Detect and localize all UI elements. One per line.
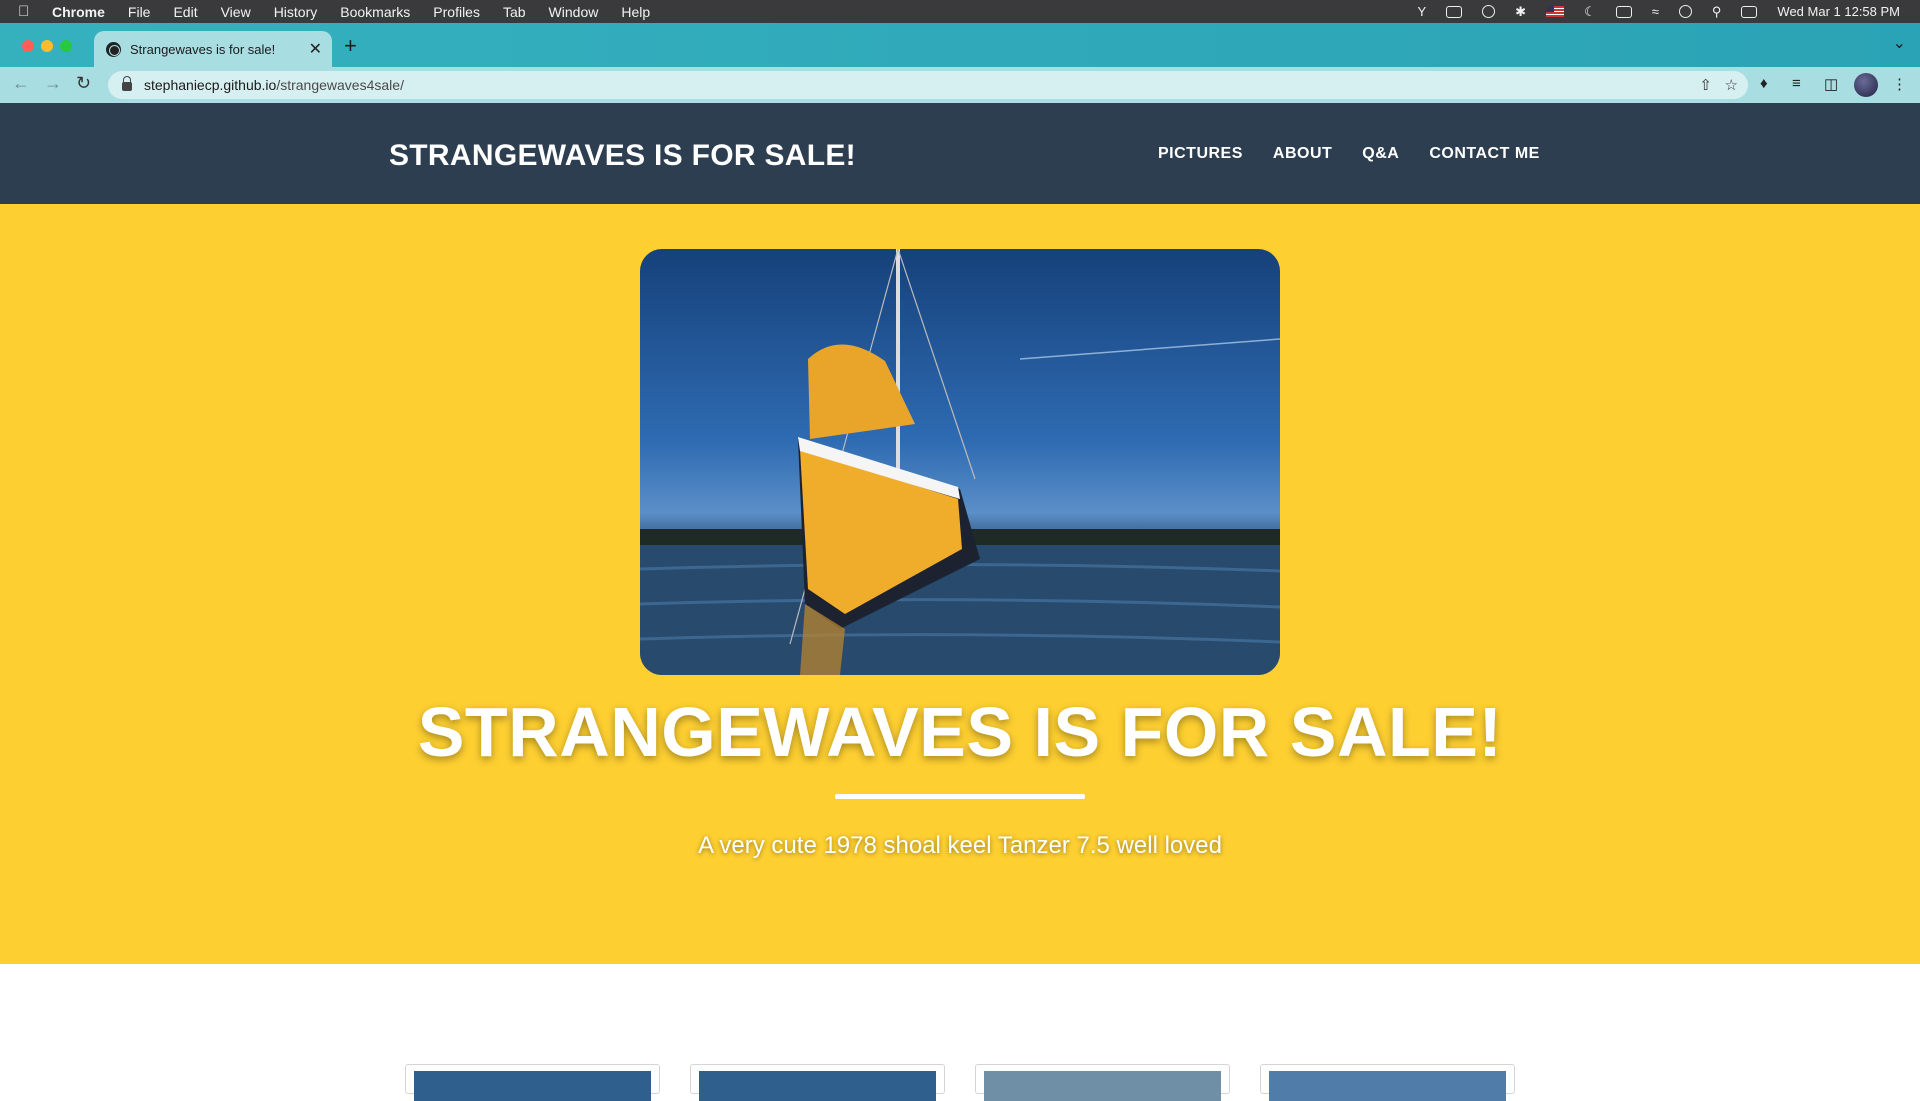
window-minimize-button[interactable] bbox=[41, 40, 53, 52]
gallery-thumbnail-image bbox=[984, 1071, 1221, 1101]
side-panel-icon[interactable]: ◫ bbox=[1824, 75, 1838, 93]
menu-history[interactable]: History bbox=[274, 4, 318, 20]
window-close-button[interactable] bbox=[22, 40, 34, 52]
hero-tagline: A very cute 1978 shoal keel Tanzer 7.5 w… bbox=[698, 832, 1222, 859]
address-bar[interactable]: stephaniecp.github.io/strangewaves4sale/… bbox=[108, 71, 1748, 99]
profile-avatar[interactable] bbox=[1854, 73, 1878, 97]
tab-search-chevron-icon[interactable]: ⌄ bbox=[1893, 33, 1906, 53]
menu-app-name[interactable]: Chrome bbox=[52, 4, 105, 20]
battery-icon[interactable] bbox=[1615, 5, 1632, 18]
apple-menu-icon[interactable]:  bbox=[18, 3, 38, 20]
more-menu-icon[interactable]: ⋮ bbox=[1892, 75, 1907, 93]
masthead: STRANGEWAVES IS FOR SALE! A very cute 19… bbox=[0, 204, 1920, 964]
browser-toolbar: ← → ↻ stephaniecp.github.io/strangewaves… bbox=[0, 67, 1920, 103]
status-area: Y ✱ ☾ ≈ ⚲ Wed Mar 1 12:58 PM bbox=[1418, 0, 1901, 23]
forward-arrow-icon[interactable]: → bbox=[44, 73, 62, 94]
display-icon[interactable] bbox=[1446, 5, 1463, 18]
menu-window[interactable]: Window bbox=[549, 4, 599, 20]
extensions-puzzle-icon[interactable]: ♦ bbox=[1760, 75, 1768, 92]
new-tab-button[interactable]: + bbox=[344, 33, 357, 59]
hero-divider bbox=[835, 794, 1085, 799]
site-brand[interactable]: STRANGEWAVES IS FOR SALE! bbox=[389, 139, 856, 173]
nav-link-about[interactable]: ABOUT bbox=[1273, 145, 1332, 163]
control-center-icon[interactable] bbox=[1741, 5, 1758, 18]
input-source-flag-icon[interactable] bbox=[1546, 6, 1565, 17]
media-controls-icon[interactable]: ≡ bbox=[1792, 75, 1801, 92]
menu-bookmarks[interactable]: Bookmarks bbox=[340, 4, 410, 20]
gallery-thumbnail[interactable] bbox=[690, 1064, 945, 1101]
menu-tab[interactable]: Tab bbox=[503, 4, 526, 20]
play-icon[interactable] bbox=[1482, 5, 1496, 18]
nav-link-pictures[interactable]: PICTURES bbox=[1158, 145, 1243, 163]
url-host: stephaniecp.github.io bbox=[144, 77, 277, 93]
moon-icon[interactable]: ☾ bbox=[1584, 4, 1596, 20]
sailboat-illustration bbox=[640, 249, 1280, 675]
gallery-thumbnail-image bbox=[414, 1071, 651, 1101]
gallery-thumbnail-image bbox=[699, 1071, 936, 1101]
menu-profiles[interactable]: Profiles bbox=[433, 4, 480, 20]
gallery-thumbnail[interactable] bbox=[405, 1064, 660, 1101]
gallery-thumbnail-image bbox=[1269, 1071, 1506, 1101]
gallery-thumbnail[interactable] bbox=[975, 1064, 1230, 1101]
menu-clock[interactable]: Wed Mar 1 12:58 PM bbox=[1777, 4, 1900, 19]
bookmark-star-icon[interactable]: ☆ bbox=[1725, 76, 1738, 94]
site-navbar: STRANGEWAVES IS FOR SALE! PICTURES ABOUT… bbox=[0, 103, 1920, 204]
site-favicon-icon bbox=[106, 41, 121, 57]
lock-icon[interactable] bbox=[122, 76, 132, 91]
bluetooth-icon[interactable]: ✱ bbox=[1515, 4, 1526, 20]
yubikey-icon[interactable]: Y bbox=[1418, 4, 1427, 19]
window-zoom-button[interactable] bbox=[60, 40, 72, 52]
browser-tab-strip: Strangewaves is for sale! ✕ + ⌄ bbox=[0, 23, 1920, 67]
user-icon[interactable] bbox=[1678, 5, 1692, 18]
wifi-icon[interactable]: ≈ bbox=[1652, 4, 1659, 19]
share-icon[interactable]: ⇧ bbox=[1699, 76, 1712, 94]
menu-edit[interactable]: Edit bbox=[173, 4, 197, 20]
browser-tab-active[interactable]: Strangewaves is for sale! ✕ bbox=[94, 31, 332, 67]
sailboat-hero-image bbox=[640, 249, 1280, 675]
gallery-thumbnail[interactable] bbox=[1260, 1064, 1515, 1101]
back-arrow-icon[interactable]: ← bbox=[12, 73, 30, 94]
tab-close-icon[interactable]: ✕ bbox=[309, 39, 322, 59]
tab-title: Strangewaves is for sale! bbox=[130, 41, 276, 57]
reload-icon[interactable]: ↻ bbox=[76, 73, 91, 94]
hero-title: STRANGEWAVES IS FOR SALE! bbox=[417, 693, 1503, 771]
nav-link-qa[interactable]: Q&A bbox=[1362, 145, 1399, 163]
menu-help[interactable]: Help bbox=[621, 4, 650, 20]
menu-file[interactable]: File bbox=[128, 4, 151, 20]
spotlight-search-icon[interactable]: ⚲ bbox=[1712, 4, 1722, 20]
site-nav-links: PICTURES ABOUT Q&A CONTACT ME bbox=[1158, 145, 1540, 163]
nav-link-contact[interactable]: CONTACT ME bbox=[1429, 145, 1539, 163]
macos-menu-bar:  Chrome File Edit View History Bookmark… bbox=[0, 0, 1920, 23]
url-path: /strangewaves4sale/ bbox=[276, 77, 404, 93]
menu-view[interactable]: View bbox=[221, 4, 251, 20]
